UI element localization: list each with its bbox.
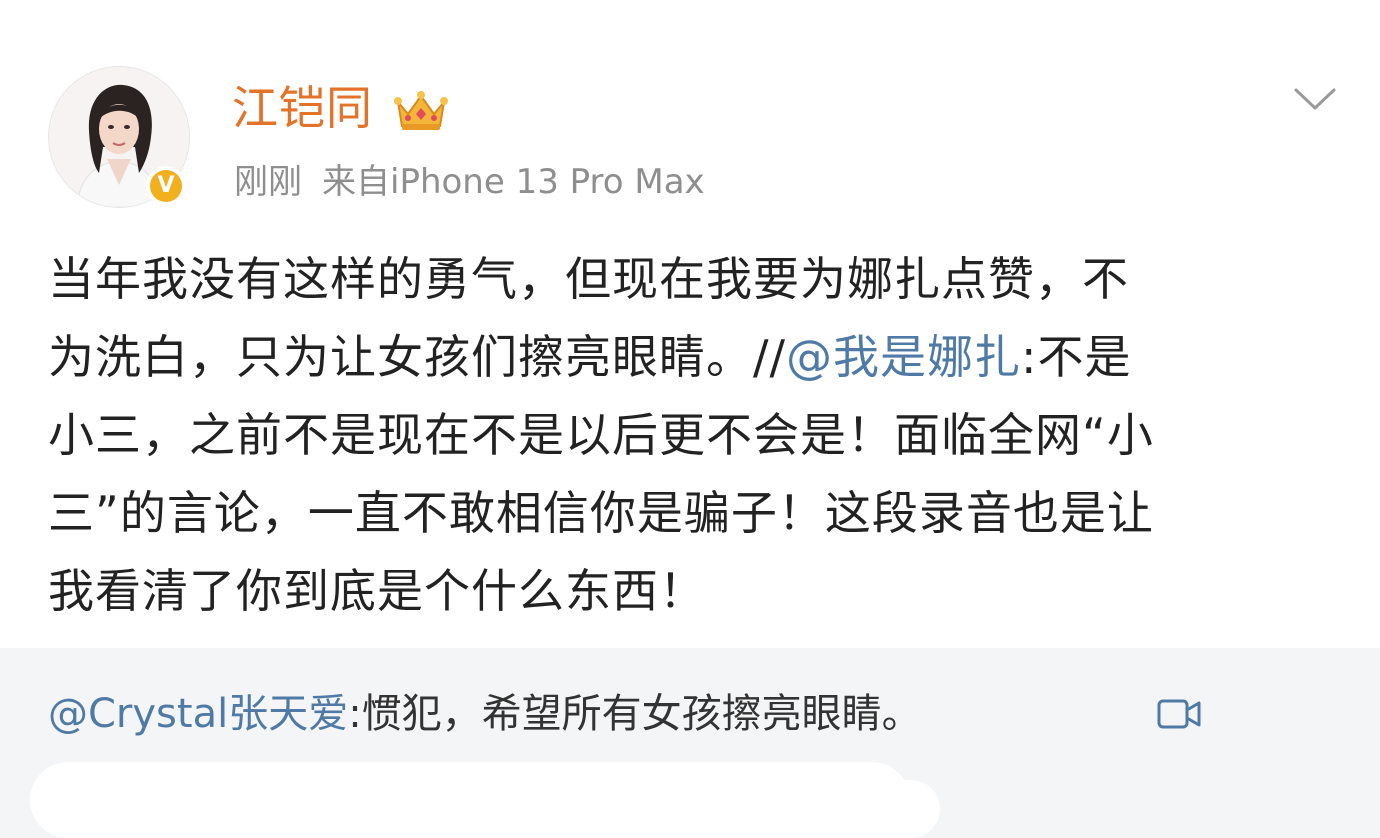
repost-text: :惯犯，希望所有女孩擦亮眼睛。 (348, 691, 922, 737)
post-text-line: 三”的言论，一直不敢相信你是骗子！这段录音也是让 (48, 486, 1154, 540)
post-text-segment: :不是 (1021, 330, 1132, 384)
post-text: 当年我没有这样的勇气，但现在我要为娜扎点赞，不 为洗白，只为让女孩们擦亮眼睛。/… (48, 240, 1338, 630)
post-text-line: 当年我没有这样的勇气，但现在我要为娜扎点赞，不 (48, 252, 1129, 306)
post-source: 来自iPhone 13 Pro Max (322, 162, 705, 202)
post-card: V 江铠同 刚刚 来自iPhone 13 Pro Max 当年我没有这样的勇气，但… (0, 0, 1380, 648)
post-text-line: 小三，之前不是现在不是以后更不会是！面临全网“小 (48, 408, 1154, 462)
post-text-line: 我看清了你到底是个什么东西！ (48, 564, 706, 618)
crown-icon[interactable] (392, 88, 450, 134)
verified-badge: V (146, 166, 186, 206)
chevron-down-icon[interactable] (1290, 82, 1340, 114)
verified-badge-icon: V (150, 170, 182, 202)
video-icon[interactable] (1156, 696, 1202, 732)
repost-line: @Crystal张天爱:惯犯，希望所有女孩擦亮眼睛。 (48, 688, 922, 740)
weibo-post-screenshot: V 江铠同 刚刚 来自iPhone 13 Pro Max 当年我没有这样的勇气，但… (0, 0, 1380, 838)
author-name[interactable]: 江铠同 (232, 80, 373, 136)
post-text-line: 为洗白，只为让女孩们擦亮眼睛。//@我是娜扎:不是 (48, 318, 1338, 396)
post-time: 刚刚 (234, 162, 302, 202)
repost-mention-link[interactable]: @Crystal张天爱 (48, 691, 348, 737)
post-meta: 刚刚 来自iPhone 13 Pro Max (234, 160, 705, 204)
redaction-overlay (420, 780, 940, 838)
post-text-segment: 为洗白，只为让女孩们擦亮眼睛。// (48, 330, 786, 384)
mention-link[interactable]: @我是娜扎 (786, 330, 1021, 384)
